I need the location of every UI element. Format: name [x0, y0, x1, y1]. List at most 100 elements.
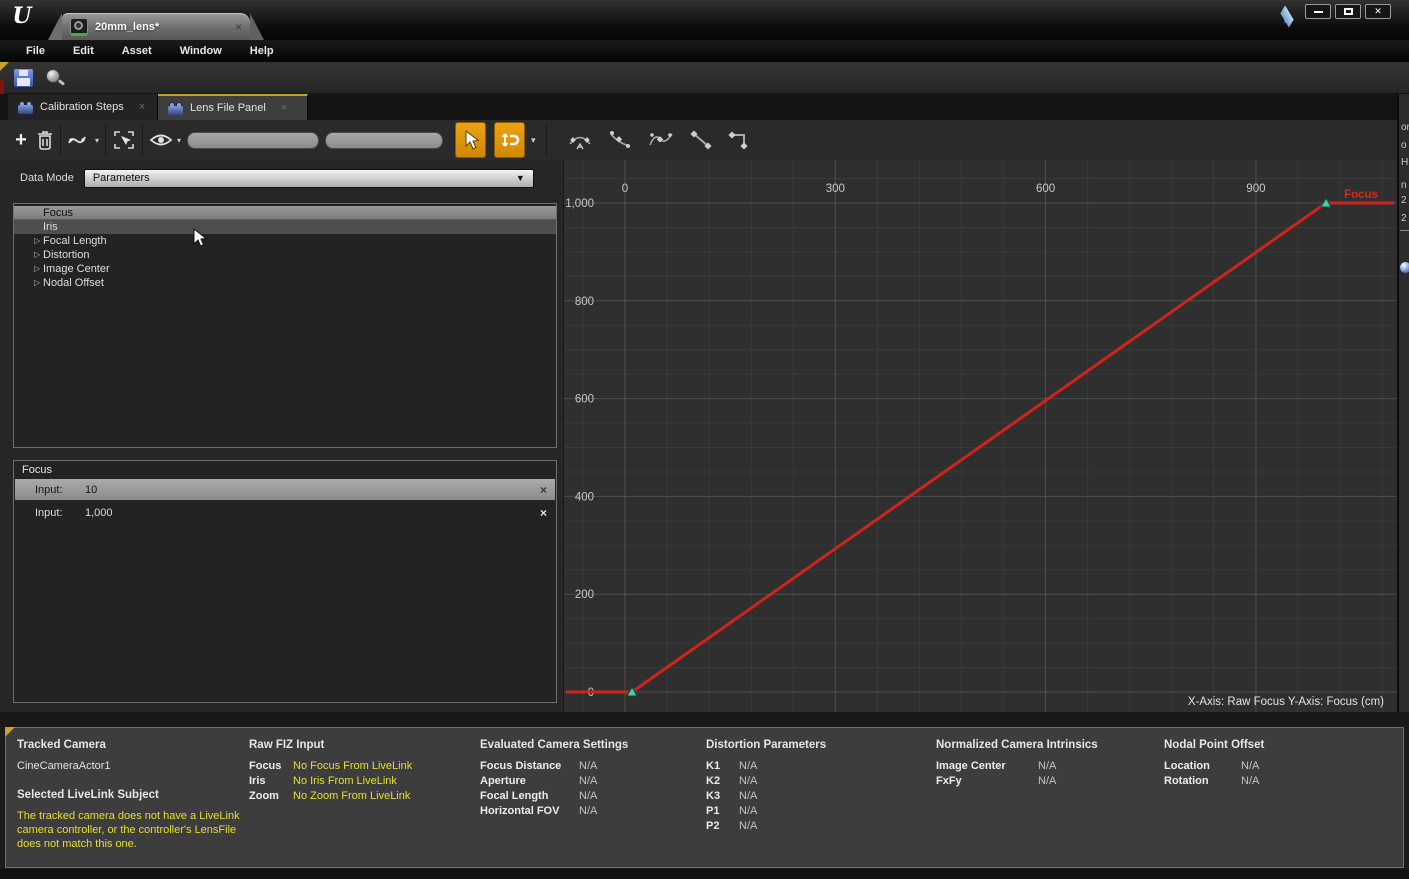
svg-text:600: 600 — [575, 394, 594, 406]
section-title: Tracked Camera — [17, 738, 249, 753]
dropdown-caret-icon: ▾ — [95, 136, 99, 145]
list-item-distortion[interactable]: ▷Distortion — [14, 248, 556, 262]
menu-bar: File Edit Asset Window Help — [0, 40, 1409, 62]
tutorials-icon[interactable] — [1279, 12, 1297, 26]
focus-input-row-10[interactable]: Input: 10 × — [15, 479, 555, 500]
section-title: Distortion Parameters — [706, 738, 936, 753]
minimize-button[interactable] — [1305, 4, 1331, 19]
menu-file[interactable]: File — [12, 45, 59, 57]
browse-icon[interactable] — [46, 69, 66, 89]
expand-arrow-icon[interactable]: ▷ — [34, 262, 40, 276]
quick-toolbar — [0, 62, 1409, 94]
curve-canvas[interactable]: 03006009001,0008006004002000FocusX-Axis:… — [564, 160, 1398, 712]
auto-tangent-button[interactable] — [567, 121, 593, 159]
toolbar-divider — [142, 125, 143, 155]
close-button[interactable]: ✕ — [1365, 4, 1391, 19]
data-mode-dropdown[interactable]: Parameters ▼ — [84, 169, 534, 188]
panel-corner-marker — [5, 727, 15, 737]
asset-tab-close-icon[interactable]: × — [235, 20, 242, 34]
tab-close-icon[interactable]: × — [139, 101, 145, 113]
svg-text:400: 400 — [575, 491, 594, 503]
camera-asset-icon — [18, 101, 33, 114]
svg-text:0: 0 — [622, 183, 628, 195]
expand-arrow-icon[interactable]: ▷ — [34, 234, 40, 248]
tracked-camera-value: CineCameraActor1 — [17, 759, 249, 774]
snap-dropdown-caret-icon[interactable]: ▾ — [531, 135, 536, 146]
svg-text:Focus: Focus — [1344, 189, 1378, 201]
unreal-lens-file-window: { "icons": { "small_close": "×", "dropdo… — [0, 0, 1409, 879]
section-title: Normalized Camera Intrinsics — [936, 738, 1164, 753]
tab-close-icon[interactable]: × — [281, 102, 287, 114]
axis-snap-button[interactable] — [494, 122, 525, 158]
expand-arrow-icon[interactable]: ▷ — [34, 276, 40, 290]
list-item-focus[interactable]: Focus — [14, 206, 556, 220]
menu-asset[interactable]: Asset — [108, 45, 166, 57]
visibility-button[interactable]: ▾ — [149, 121, 181, 159]
focus-panel-title: Focus — [14, 461, 556, 479]
data-mode-row: Data Mode Parameters ▼ — [0, 160, 557, 196]
svg-text:600: 600 — [1036, 183, 1055, 195]
filter-field-1[interactable] — [187, 132, 319, 149]
tab-calibration-steps[interactable]: Calibration Steps × — [8, 94, 158, 120]
fiz-status: No Zoom From LiveLink — [293, 789, 410, 804]
svg-text:800: 800 — [575, 296, 594, 308]
list-item-focal-length[interactable]: ▷Focal Length — [14, 234, 556, 248]
focus-curve-graph[interactable]: 03006009001,0008006004002000FocusX-Axis:… — [563, 160, 1397, 712]
constant-tangent-button[interactable] — [727, 121, 751, 159]
remove-input-icon[interactable]: × — [540, 506, 547, 520]
menu-edit[interactable]: Edit — [59, 45, 108, 57]
tracked-camera-section: Tracked Camera CineCameraActor1 Selected… — [17, 738, 249, 867]
section-title: Nodal Point Offset — [1164, 738, 1264, 753]
list-item-image-center[interactable]: ▷Image Center — [14, 262, 556, 276]
delete-point-button[interactable] — [36, 121, 54, 159]
mouse-cursor — [192, 228, 208, 251]
select-tool-button[interactable] — [455, 122, 486, 158]
livelink-warning-text: The tracked camera does not have a LiveL… — [17, 809, 245, 851]
svg-text:1,000: 1,000 — [565, 198, 594, 210]
parameter-list-panel: Focus Iris ▷Focal Length ▷Distortion ▷Im… — [13, 203, 557, 448]
asset-tab-title: 20mm_lens* — [95, 21, 159, 33]
expand-arrow-icon[interactable]: ▷ — [34, 248, 40, 262]
frame-selection-button[interactable] — [112, 121, 136, 159]
list-item-nodal-offset[interactable]: ▷Nodal Offset — [14, 276, 556, 290]
dropdown-caret-icon: ▾ — [177, 136, 181, 145]
menu-window[interactable]: Window — [166, 45, 236, 57]
raw-fiz-section: Raw FIZ Input FocusNo Focus From LiveLin… — [249, 738, 480, 867]
unsaved-corner-marker — [0, 62, 9, 71]
toolbar-divider — [60, 125, 61, 155]
focus-input-row-1000[interactable]: Input: 1,000 × — [15, 502, 555, 523]
list-item-iris[interactable]: Iris — [14, 220, 556, 234]
user-tangent-button[interactable] — [607, 121, 633, 159]
linear-tangent-button[interactable] — [689, 121, 713, 159]
panel-tab-strip: Calibration Steps × Lens File Panel × — [0, 94, 1397, 120]
camera-asset-icon — [168, 102, 183, 115]
window-controls: ✕ — [1305, 4, 1391, 19]
break-tangent-button[interactable] — [647, 121, 675, 159]
tangent-tools — [567, 121, 751, 159]
asset-tab-20mm-lens[interactable]: 20mm_lens* × — [62, 13, 250, 40]
curve-view-button[interactable]: ▾ — [67, 121, 99, 159]
evaluated-settings-section: Evaluated Camera Settings Focus Distance… — [480, 738, 706, 867]
svg-text:900: 900 — [1246, 183, 1265, 195]
toolbar-divider — [105, 125, 106, 155]
filter-field-2[interactable] — [325, 132, 443, 149]
section-title: Raw FIZ Input — [249, 738, 480, 753]
unreal-logo-icon: U — [8, 2, 36, 30]
camera-intrinsics-section: Normalized Camera Intrinsics Image Cente… — [936, 738, 1164, 867]
restore-button[interactable] — [1335, 4, 1361, 19]
add-point-button[interactable]: + — [6, 121, 36, 159]
remove-input-icon[interactable]: × — [540, 483, 547, 497]
distortion-parameters-section: Distortion Parameters K1N/A K2N/A K3N/A … — [706, 738, 936, 867]
svg-text:200: 200 — [575, 589, 594, 601]
lens-asset-icon — [70, 18, 88, 36]
window-bottom-strip — [0, 869, 1409, 879]
section-title: Evaluated Camera Settings — [480, 738, 706, 753]
nodal-point-offset-section: Nodal Point Offset LocationN/A RotationN… — [1164, 738, 1264, 867]
curve-editor-toolbar: + ▾ ▾ ▾ — [0, 120, 1397, 160]
fiz-status: No Iris From LiveLink — [293, 774, 397, 789]
fiz-status: No Focus From LiveLink — [293, 759, 412, 774]
tab-lens-file-panel[interactable]: Lens File Panel × — [158, 94, 308, 120]
menu-help[interactable]: Help — [236, 45, 288, 57]
save-icon[interactable] — [14, 69, 33, 87]
section-title: Selected LiveLink Subject — [17, 788, 249, 803]
